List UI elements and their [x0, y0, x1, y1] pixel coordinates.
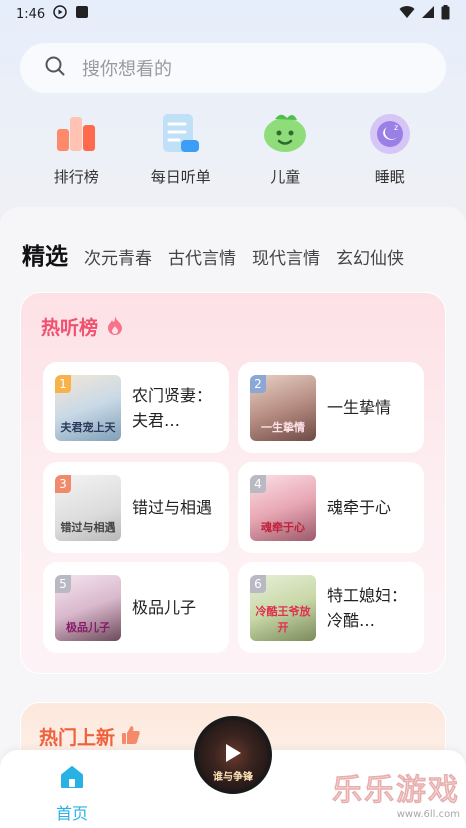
tab-featured[interactable]: 精选: [22, 237, 68, 271]
battery-icon: [441, 4, 450, 24]
notification-square-icon: [75, 5, 89, 23]
cover-title: 一生挚情: [261, 420, 305, 434]
book-cover: 3 错过与相遇: [55, 474, 121, 541]
status-time: 1:46: [16, 6, 46, 22]
book-cover: 2 一生挚情: [250, 374, 316, 441]
watermark: 乐乐游戏 www.6ll.com: [332, 765, 460, 820]
rank-badge: 6: [250, 574, 266, 593]
nav-home-label: 首页: [56, 804, 89, 823]
book-card[interactable]: 4 魂牵于心 魂牵于心: [238, 462, 424, 553]
book-card[interactable]: 2 一生挚情 一生挚情: [238, 362, 424, 453]
quick-link-label: 睡眠: [374, 168, 405, 186]
hot-list-header[interactable]: 热听榜: [41, 313, 124, 340]
media-play-icon: [53, 5, 67, 23]
quick-link-sleep[interactable]: z 睡眠: [345, 110, 435, 200]
rank-badge: 1: [55, 374, 71, 393]
cover-title: 错过与相遇: [60, 520, 116, 534]
book-cover: 1 夫君宠上天: [55, 374, 121, 441]
new-list-header[interactable]: 热门上新: [39, 723, 141, 750]
book-title: 农门贤妻：夫君…: [132, 385, 213, 430]
book-card[interactable]: 6 冷酷王爷放开 特工媳妇：冷酷…: [238, 562, 424, 653]
cover-title: 夫君宠上天: [60, 420, 116, 434]
tab-youth[interactable]: 次元青春: [84, 244, 152, 269]
children-icon: [260, 110, 310, 156]
daily-list-icon: [156, 110, 206, 156]
wifi-icon: [399, 5, 415, 23]
cover-title: 魂牵于心: [261, 520, 305, 534]
new-list-title: 热门上新: [39, 727, 116, 749]
book-card[interactable]: 1 夫君宠上天 农门贤妻：夫君…: [43, 362, 229, 453]
status-bar: 1:46: [0, 0, 466, 28]
tab-ancient-romance[interactable]: 古代言情: [168, 244, 236, 269]
rank-badge: 4: [250, 474, 266, 493]
rank-badge: 3: [55, 474, 71, 493]
fire-icon: [106, 315, 124, 339]
player-title: 谁与争锋: [213, 772, 253, 783]
book-card[interactable]: 5 极品儿子 极品儿子: [43, 562, 229, 653]
player-disc-button[interactable]: 谁与争锋: [194, 716, 272, 794]
watermark-text: 乐乐游戏: [332, 773, 460, 809]
search-icon: [44, 55, 66, 81]
ranking-icon: [51, 110, 101, 156]
svg-text:z: z: [394, 123, 398, 132]
category-tabs: 精选 次元青春 古代言情 现代言情 玄幻仙侠: [22, 237, 404, 271]
search-bar[interactable]: 搜你想看的: [20, 43, 446, 93]
book-title: 一生挚情: [327, 398, 392, 417]
book-title: 魂牵于心: [327, 498, 392, 517]
rank-badge: 5: [55, 574, 71, 593]
quick-link-ranking[interactable]: 排行榜: [31, 110, 121, 200]
tab-modern-romance[interactable]: 现代言情: [252, 244, 320, 269]
cover-title: 冷酷王爷放开: [255, 604, 311, 634]
quick-link-label: 排行榜: [53, 168, 99, 186]
nav-home[interactable]: 首页: [56, 764, 88, 824]
quick-link-children[interactable]: 儿童: [240, 110, 330, 200]
signal-icon: [421, 5, 435, 23]
quick-link-daily[interactable]: 每日听单: [136, 110, 226, 200]
play-icon: [223, 742, 243, 768]
book-title: 特工媳妇：冷酷…: [327, 585, 408, 630]
hot-list-title: 热听榜: [41, 317, 99, 339]
hot-book-grid: 1 夫君宠上天 农门贤妻：夫君… 2 一生挚情 一生挚情 3 错过与相遇 错过与…: [43, 362, 424, 653]
home-icon: [59, 764, 85, 794]
book-cover: 4 魂牵于心: [250, 474, 316, 541]
book-cover: 5 极品儿子: [55, 574, 121, 641]
rank-badge: 2: [250, 374, 266, 393]
search-input[interactable]: 搜你想看的: [82, 55, 172, 81]
thumbs-up-icon: [121, 725, 141, 749]
book-card[interactable]: 3 错过与相遇 错过与相遇: [43, 462, 229, 553]
book-title: 错过与相遇: [132, 498, 213, 517]
tab-fantasy[interactable]: 玄幻仙侠: [336, 244, 404, 269]
quick-link-label: 儿童: [270, 168, 301, 186]
book-title: 极品儿子: [132, 598, 197, 617]
sleep-icon: z: [365, 110, 415, 156]
watermark-url: www.6ll.com: [396, 809, 460, 820]
quick-links: 排行榜 每日听单 儿童 z 睡眠: [0, 110, 466, 200]
book-cover: 6 冷酷王爷放开: [250, 574, 316, 641]
cover-title: 极品儿子: [66, 620, 110, 634]
hot-list-card: 热听榜 1 夫君宠上天 农门贤妻：夫君… 2 一生挚情 一生挚情 3 错过与相遇…: [20, 292, 446, 674]
quick-link-label: 每日听单: [150, 168, 211, 186]
